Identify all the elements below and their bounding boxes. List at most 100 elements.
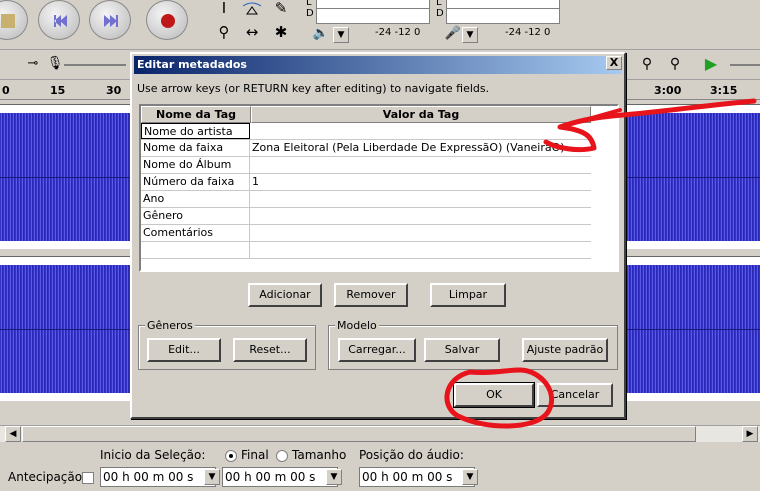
load-template-button[interactable]: Carregar... xyxy=(338,338,416,362)
selection-end-format-dropdown[interactable]: ▼ xyxy=(326,469,342,485)
edit-metadata-dialog: Editar metadados X Use arrow keys (or RE… xyxy=(130,52,626,419)
horizontal-scrollbar[interactable]: ◀ ▶ xyxy=(0,425,760,442)
tag-value-cell[interactable] xyxy=(250,208,590,224)
dialog-title-bar[interactable]: Editar metadados xyxy=(134,56,622,74)
meter-right-label-2: D xyxy=(436,8,444,19)
tag-value-cell[interactable] xyxy=(250,157,590,173)
play-speed-slider-icon[interactable]: ⊸ xyxy=(22,54,44,74)
anticipation-label: Antecipação xyxy=(8,470,83,484)
microphone-icon[interactable]: 🎤 xyxy=(442,24,464,44)
anticipation-checkbox[interactable] xyxy=(82,472,94,484)
table-row[interactable]: Nome do Álbum xyxy=(141,157,591,174)
record-icon xyxy=(161,14,175,28)
selection-start-time-field[interactable]: 00 h 00 m 00 s xyxy=(100,467,216,487)
tag-value-cell[interactable]: Zona Eleitoral (Pela Liberdade De Expres… xyxy=(250,140,590,156)
mic-volume-icon[interactable]: 🎙 xyxy=(44,54,66,74)
table-row-empty[interactable] xyxy=(141,242,591,259)
table-row[interactable]: Comentários xyxy=(141,225,591,242)
set-default-template-button[interactable]: Ajuste padrão xyxy=(522,338,608,362)
navigation-hint: Use arrow keys (or RETURN key after edit… xyxy=(137,82,490,95)
timeshift-tool-icon[interactable]: ↔ xyxy=(241,22,263,42)
tag-name-cell[interactable]: Comentários xyxy=(141,225,250,241)
record-meter-dropdown[interactable]: ▼ xyxy=(462,27,478,43)
clear-button[interactable]: Limpar xyxy=(430,283,506,307)
close-icon: X xyxy=(609,56,619,69)
ruler-tick: 0 xyxy=(2,84,10,97)
column-header-tag-value[interactable]: Valor da Tag xyxy=(251,106,591,123)
table-row[interactable]: Gênero xyxy=(141,208,591,225)
toolbar: I ✎ ⚲ ↔ ✱ L D L D 🔈 ▼ -24 -12 0 🎤 ▼ -24 … xyxy=(0,0,760,50)
zoom-selection-icon[interactable]: ⚲ xyxy=(664,54,686,74)
dialog-title: Editar metadados xyxy=(137,58,247,71)
reset-genres-button[interactable]: Reset... xyxy=(233,338,307,362)
tag-name-cell[interactable]: Nome do artista xyxy=(141,123,250,139)
skip-to-start-button[interactable] xyxy=(38,0,80,40)
tag-name-cell[interactable]: Ano xyxy=(141,191,250,207)
end-label: Final xyxy=(241,448,269,462)
genres-group-title: Gêneros xyxy=(145,319,195,332)
multi-tool-icon[interactable]: ✱ xyxy=(270,22,292,42)
selection-tool-icon[interactable]: I xyxy=(213,0,235,18)
draw-tool-icon[interactable]: ✎ xyxy=(270,0,292,18)
genres-group: Gêneros Edit... Reset... xyxy=(138,319,316,370)
end-radio[interactable] xyxy=(225,450,237,462)
tag-name-cell[interactable]: Gênero xyxy=(141,208,250,224)
add-button[interactable]: Adicionar xyxy=(248,283,322,307)
record-button[interactable] xyxy=(146,0,188,40)
template-group: Modelo Carregar... Salvar Ajuste padrão xyxy=(328,319,618,370)
scrollbar-thumb[interactable] xyxy=(22,426,696,442)
tag-value-cell[interactable]: 1 xyxy=(250,174,590,190)
tag-name-cell[interactable]: Nome do Álbum xyxy=(141,157,250,173)
audio-position-format-dropdown[interactable]: ▼ xyxy=(462,469,478,485)
template-group-title: Modelo xyxy=(335,319,379,332)
tag-value-cell[interactable] xyxy=(250,123,590,139)
scroll-left-button[interactable]: ◀ xyxy=(5,426,21,442)
selection-bar: Inicio da Seleção: Final Tamanho Posição… xyxy=(0,443,760,491)
scroll-right-button[interactable]: ▶ xyxy=(742,426,758,442)
metadata-table: Nome da Tag Valor da Tag Nome do artista… xyxy=(139,104,619,272)
tag-value-cell[interactable] xyxy=(250,191,590,207)
save-template-button[interactable]: Salvar xyxy=(424,338,500,362)
tag-value-cell[interactable] xyxy=(250,225,590,241)
selection-end-time-field[interactable]: 00 h 00 m 00 s xyxy=(222,467,338,487)
meter-left-label-2: L xyxy=(436,0,442,8)
tag-name-cell[interactable] xyxy=(141,242,250,258)
zoom-fit-icon[interactable]: ⚲ xyxy=(636,54,658,74)
speed-slider-track[interactable] xyxy=(730,64,760,66)
table-row[interactable]: Nome do artista xyxy=(141,123,591,140)
meter-scale-record: -24 -12 0 xyxy=(505,27,551,38)
playback-meter-dropdown[interactable]: ▼ xyxy=(333,27,349,43)
edit-genres-button[interactable]: Edit... xyxy=(147,338,221,362)
cancel-button[interactable]: Cancelar xyxy=(537,383,613,407)
playback-meter-right[interactable] xyxy=(316,8,430,24)
meter-left-label: L xyxy=(306,0,312,8)
audio-position-label: Posição do áudio: xyxy=(359,448,464,462)
record-meter-right[interactable] xyxy=(446,8,560,24)
table-row[interactable]: Número da faixa 1 xyxy=(141,174,591,191)
ruler-tick: 3:15 xyxy=(710,84,738,97)
table-row[interactable]: Ano xyxy=(141,191,591,208)
volume-slider-track[interactable] xyxy=(64,64,126,66)
selection-start-label: Inicio da Seleção: xyxy=(100,448,206,462)
close-button[interactable]: X xyxy=(606,56,622,70)
selection-start-format-dropdown[interactable]: ▼ xyxy=(204,469,220,485)
audio-position-time-field[interactable]: 00 h 00 m 00 s xyxy=(359,467,475,487)
table-row[interactable]: Nome da faixa Zona Eleitoral (Pela Liber… xyxy=(141,140,591,157)
tag-value-cell[interactable] xyxy=(250,242,590,258)
ruler-tick: 15 xyxy=(50,84,66,97)
skip-to-end-button[interactable] xyxy=(89,0,131,40)
zoom-tool-icon[interactable]: ⚲ xyxy=(213,22,235,42)
length-label: Tamanho xyxy=(292,448,347,462)
tag-name-cell[interactable]: Número da faixa xyxy=(141,174,250,190)
remove-button[interactable]: Remover xyxy=(334,283,408,307)
speaker-icon[interactable]: 🔈 xyxy=(310,24,332,44)
meter-scale-playback: -24 -12 0 xyxy=(375,27,421,38)
skip-start-icon xyxy=(54,15,67,27)
tag-name-cell[interactable]: Nome da faixa xyxy=(141,140,250,156)
stop-button[interactable] xyxy=(0,0,28,40)
column-header-tag-name[interactable]: Nome da Tag xyxy=(141,106,251,123)
play-at-speed-icon[interactable]: ▶ xyxy=(700,54,722,74)
length-radio[interactable] xyxy=(276,450,288,462)
ok-button[interactable]: OK xyxy=(453,382,535,408)
envelope-tool-icon[interactable] xyxy=(241,0,263,18)
